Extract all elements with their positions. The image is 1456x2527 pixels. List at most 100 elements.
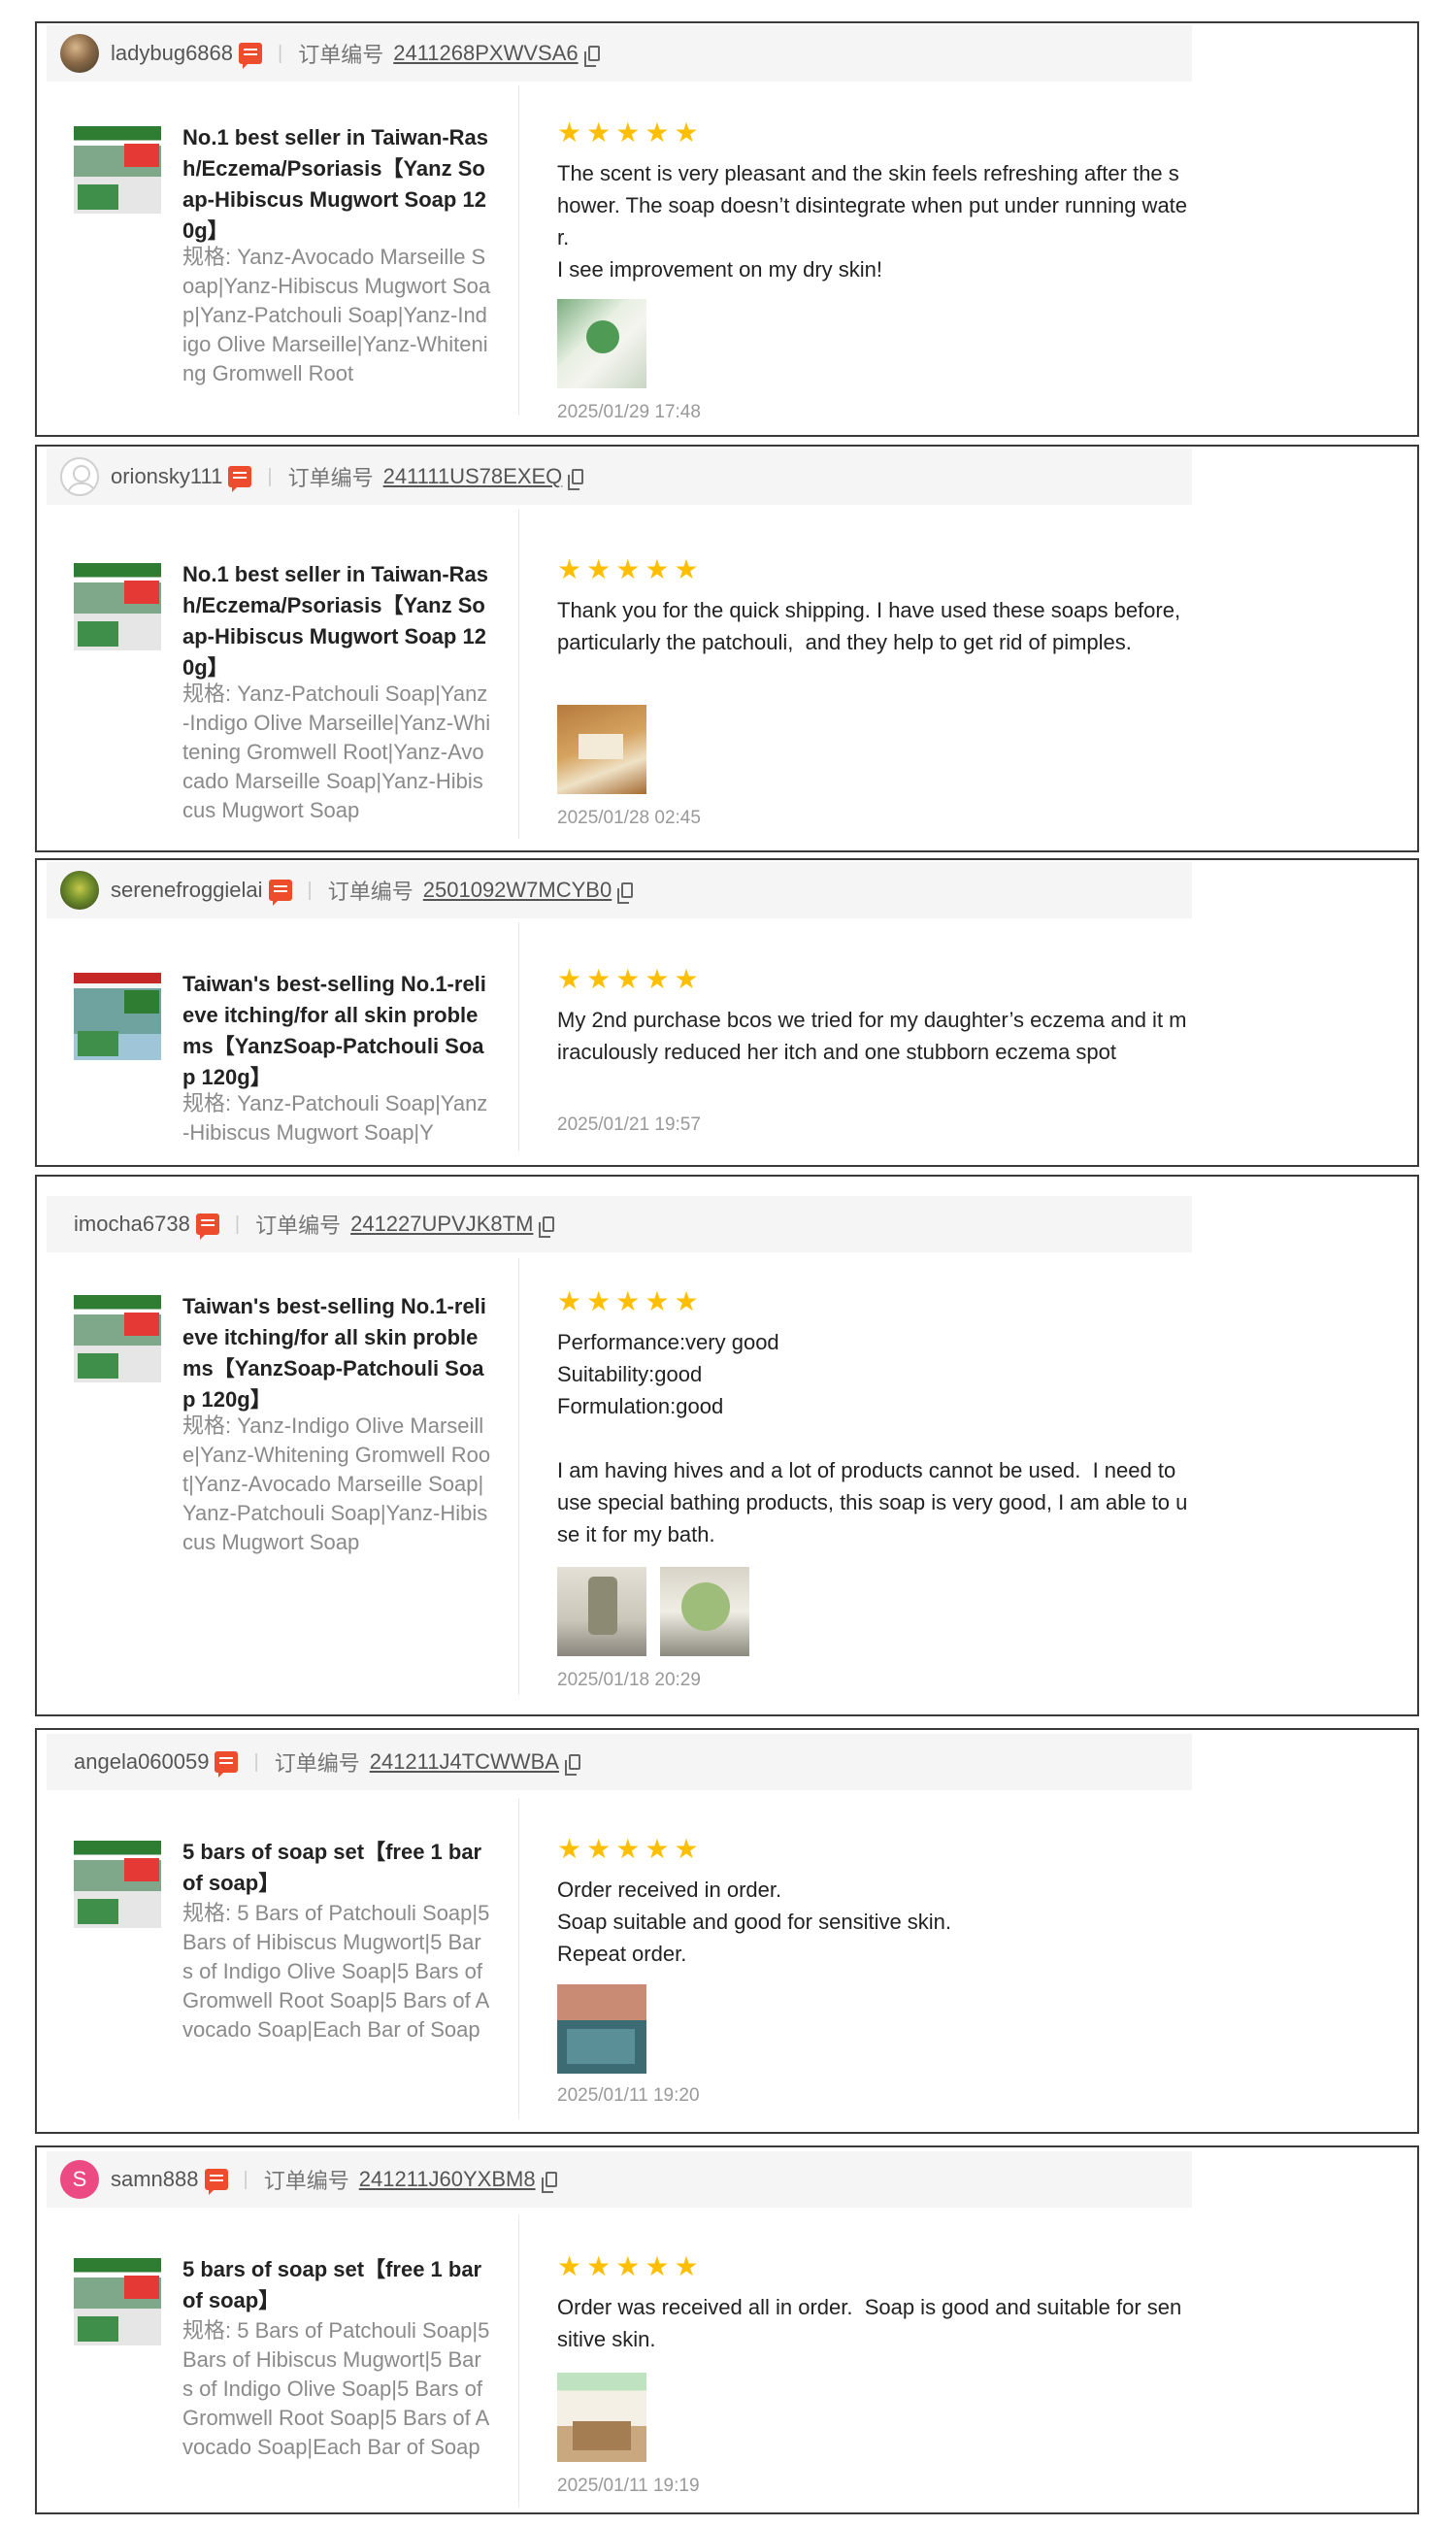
product-image[interactable] [74, 1295, 161, 1382]
order-number[interactable]: 241211J60YXBM8 [359, 2167, 536, 2192]
star-icon: ★ [615, 1834, 641, 1864]
username[interactable]: imocha6738 [74, 1212, 190, 1237]
order-number[interactable]: 2501092W7MCYB0 [423, 878, 612, 903]
copy-icon[interactable] [583, 46, 600, 67]
product-image[interactable] [74, 126, 161, 214]
chat-icon[interactable] [215, 1751, 239, 1778]
column-divider [518, 1258, 519, 1695]
review-header: ladybug6868 | 订单编号 2411268PXWVSA6 [47, 25, 1192, 82]
variation-label: 规格: [182, 2318, 232, 2343]
divider: | [234, 1213, 241, 1235]
review-text: My 2nd purchase bcos we tried for my dau… [557, 1008, 1187, 1064]
username[interactable]: ladybug6868 [111, 41, 233, 66]
review-date: 2025/01/28 02:45 [557, 808, 701, 828]
order-number[interactable]: 241211J4TCWWBA [370, 1749, 559, 1775]
chat-icon[interactable] [228, 466, 252, 492]
product-image[interactable] [74, 563, 161, 650]
order-number[interactable]: 241227UPVJK8TM [350, 1212, 533, 1237]
chat-icon[interactable] [239, 43, 263, 69]
product-variation: 规格: Yanz-Indigo Olive Marseille|Yanz-Whi… [182, 1412, 491, 1557]
review-date: 2025/01/29 17:48 [557, 402, 701, 422]
copy-icon[interactable] [541, 2172, 557, 2193]
star-icon: ★ [615, 964, 641, 994]
column-divider [518, 85, 519, 416]
star-icon: ★ [586, 554, 612, 584]
order-label: 订单编号 [255, 1214, 342, 1238]
review-header: S samn888 | 订单编号 241211J60YXBM8 [47, 2151, 1192, 2208]
order-label: 订单编号 [263, 2169, 349, 2193]
star-icon: ★ [557, 2251, 582, 2281]
avatar[interactable]: S [60, 2160, 99, 2199]
review-card: angela060059 | 订单编号 241211J4TCWWBA 5 bar… [35, 1728, 1419, 2134]
divider: | [307, 879, 313, 901]
copy-icon[interactable] [617, 882, 634, 904]
star-icon: ★ [645, 1834, 670, 1864]
review-header: orionsky111 | 订单编号 241111US78EXEQ [47, 449, 1192, 505]
product-image[interactable] [74, 1841, 161, 1928]
username[interactable]: serenefroggielai [111, 878, 263, 903]
star-icon: ★ [557, 964, 582, 994]
product-image[interactable] [74, 2258, 161, 2345]
review-photo[interactable] [557, 1984, 646, 2074]
product-variation: 规格: Yanz-Avocado Marseille Soap|Yanz-Hib… [182, 243, 491, 388]
avatar[interactable] [60, 457, 99, 496]
copy-icon[interactable] [564, 1754, 580, 1776]
star-icon: ★ [674, 117, 699, 148]
review-header: angela060059 | 订单编号 241211J4TCWWBA [47, 1734, 1192, 1790]
product-name[interactable]: 5 bars of soap set【free 1 bar of soap】 [182, 2254, 491, 2316]
product-name[interactable]: 5 bars of soap set【free 1 bar of soap】 [182, 1837, 491, 1899]
review-photo[interactable] [660, 1567, 749, 1656]
username[interactable]: angela060059 [74, 1749, 209, 1775]
review-photo[interactable] [557, 1567, 646, 1656]
star-icon: ★ [615, 117, 641, 148]
review-text: The scent is very pleasant and the skin … [557, 161, 1188, 282]
username[interactable]: samn888 [111, 2167, 199, 2192]
rating-stars: ★ ★ ★ ★ ★ [557, 117, 704, 148]
product-name[interactable]: No.1 best seller in Taiwan-Rash/Eczema/P… [182, 559, 491, 683]
product-variation: 规格: 5 Bars of Patchouli Soap|5 Bars of H… [182, 1899, 491, 2083]
avatar[interactable] [60, 871, 99, 910]
copy-icon[interactable] [539, 1216, 555, 1238]
username[interactable]: orionsky111 [111, 464, 222, 489]
divider: | [278, 42, 283, 64]
review-photo[interactable] [557, 299, 646, 388]
review-text: Order was received all in order. Soap is… [557, 2295, 1182, 2351]
variation-label: 规格: [182, 245, 232, 269]
review-card: ladybug6868 | 订单编号 2411268PXWVSA6 No.1 b… [35, 21, 1419, 437]
variation-label: 规格: [182, 682, 232, 706]
star-icon: ★ [674, 554, 699, 584]
rating-stars: ★ ★ ★ ★ ★ [557, 554, 704, 584]
product-image[interactable] [74, 973, 161, 1060]
column-divider [518, 2215, 519, 2507]
divider: | [267, 465, 273, 487]
review-date: 2025/01/21 19:57 [557, 1114, 701, 1135]
review-card: orionsky111 | 订单编号 241111US78EXEQ No.1 b… [35, 445, 1419, 852]
chat-icon[interactable] [195, 1214, 219, 1240]
avatar[interactable] [60, 34, 99, 73]
product-name[interactable]: No.1 best seller in Taiwan-Rash/Eczema/P… [182, 122, 491, 247]
product-name[interactable]: Taiwan's best-selling No.1-relieve itchi… [182, 1291, 491, 1415]
star-icon: ★ [674, 1834, 699, 1864]
copy-icon[interactable] [568, 469, 584, 490]
divider: | [253, 1750, 259, 1773]
review-photo[interactable] [557, 2373, 646, 2462]
order-number[interactable]: 241111US78EXEQ [383, 464, 563, 489]
review-date: 2025/01/18 20:29 [557, 1670, 701, 1690]
order-label: 订单编号 [327, 880, 414, 904]
column-divider [518, 1798, 519, 2118]
review-photo[interactable] [557, 705, 646, 794]
star-icon: ★ [557, 554, 582, 584]
chat-icon[interactable] [204, 2169, 228, 2195]
order-number[interactable]: 2411268PXWVSA6 [393, 41, 578, 66]
rating-stars: ★ ★ ★ ★ ★ [557, 2251, 704, 2281]
product-variation: 规格: Yanz-Patchouli Soap|Yanz-Indigo Oliv… [182, 680, 491, 825]
order-label: 订单编号 [287, 466, 374, 490]
product-name[interactable]: Taiwan's best-selling No.1-relieve itchi… [182, 969, 491, 1093]
chat-icon[interactable] [268, 880, 292, 906]
review-date: 2025/01/11 19:20 [557, 2085, 700, 2106]
variation-label: 规格: [182, 1091, 232, 1115]
column-divider [518, 922, 519, 1151]
star-icon: ★ [645, 1286, 670, 1316]
variation-label: 规格: [182, 1901, 232, 1925]
star-icon: ★ [615, 2251, 641, 2281]
